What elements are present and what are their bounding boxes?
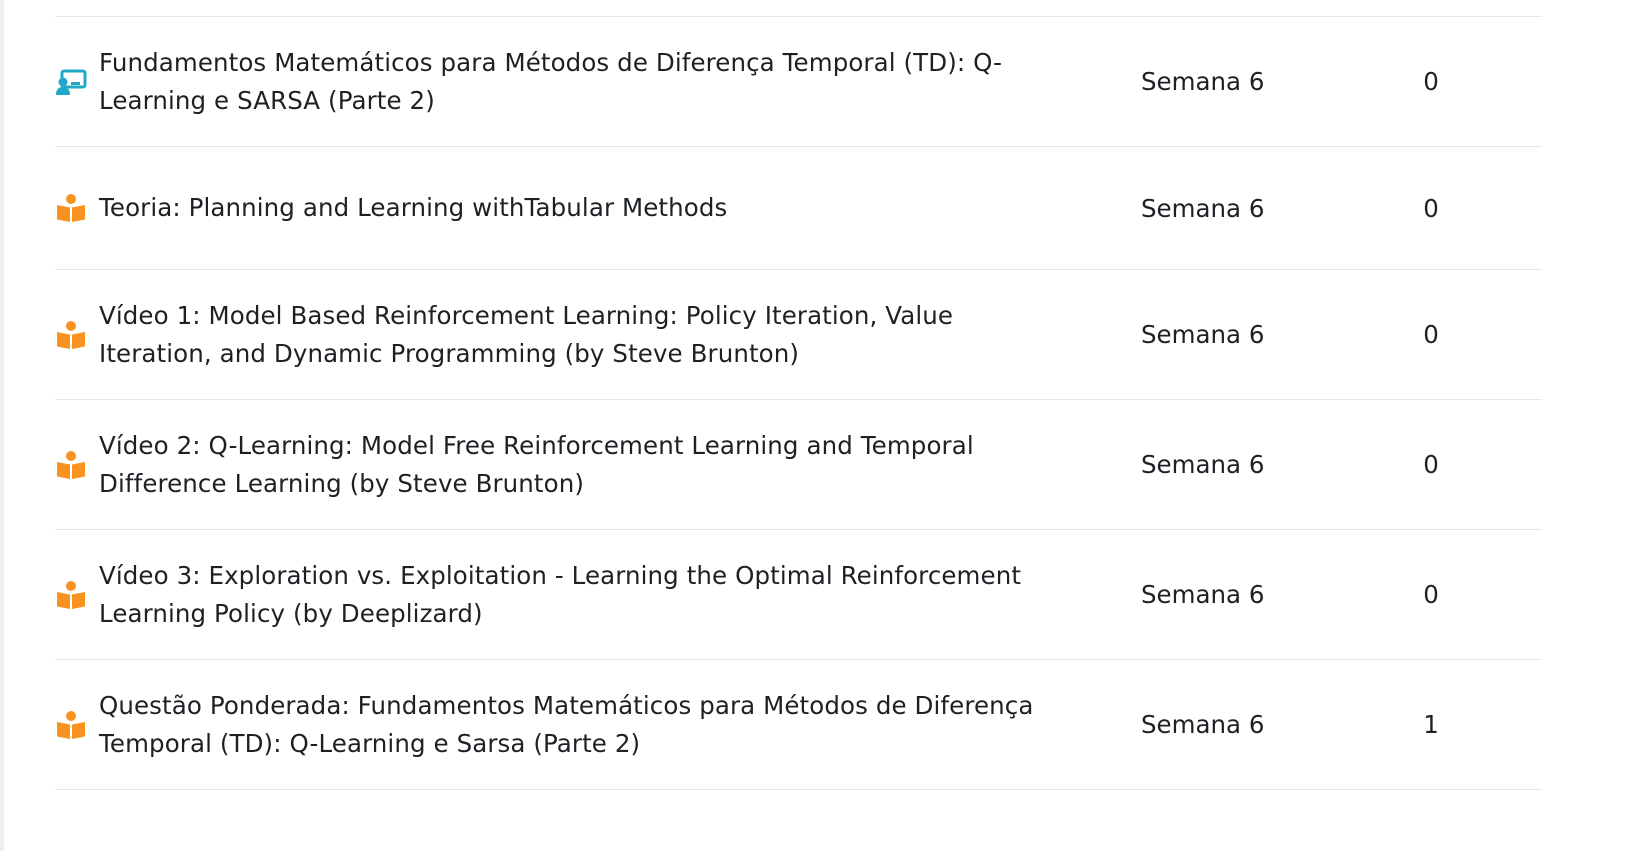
count-cell: 0: [1423, 320, 1439, 349]
count-cell: 0: [1423, 580, 1439, 609]
table-row: Questão Ponderada: Fundamentos Matemátic…: [55, 660, 1542, 790]
presentation-icon: [55, 65, 99, 99]
activity-list-page: Fundamentos Matemáticos para Métodos de …: [0, 0, 1652, 851]
week-cell: Semana 6: [1141, 580, 1265, 609]
table-row: Vídeo 1: Model Based Reinforcement Learn…: [55, 270, 1542, 400]
activity-link[interactable]: Fundamentos Matemáticos para Métodos de …: [99, 44, 1059, 120]
week-cell: Semana 6: [1141, 320, 1265, 349]
week-cell: Semana 6: [1141, 450, 1265, 479]
table-row: Teoria: Planning and Learning withTabula…: [55, 147, 1542, 270]
activity-link[interactable]: Vídeo 1: Model Based Reinforcement Learn…: [99, 297, 1059, 373]
week-cell: Semana 6: [1141, 193, 1265, 223]
left-border: [0, 0, 4, 851]
activity-name-cell: Vídeo 3: Exploration vs. Exploitation - …: [55, 557, 1093, 633]
table-row: Fundamentos Matemáticos para Métodos de …: [55, 17, 1542, 147]
activity-link[interactable]: Vídeo 3: Exploration vs. Exploitation - …: [99, 557, 1059, 633]
count-cell: 0: [1423, 67, 1439, 96]
activity-name-cell: Fundamentos Matemáticos para Métodos de …: [55, 44, 1093, 120]
activity-name-cell: Questão Ponderada: Fundamentos Matemátic…: [55, 687, 1093, 763]
book-reader-icon: [55, 708, 99, 742]
week-cell: Semana 6: [1141, 710, 1265, 739]
activity-link[interactable]: Vídeo 2: Q-Learning: Model Free Reinforc…: [99, 427, 1059, 503]
count-cell: 1: [1423, 710, 1439, 739]
activity-table: Fundamentos Matemáticos para Métodos de …: [55, 16, 1542, 790]
book-reader-icon: [55, 448, 99, 482]
book-reader-icon: [55, 578, 99, 612]
activity-name-cell: Vídeo 2: Q-Learning: Model Free Reinforc…: [55, 427, 1093, 503]
activity-link[interactable]: Teoria: Planning and Learning withTabula…: [99, 189, 727, 227]
count-cell: 0: [1423, 450, 1439, 479]
table-row: Vídeo 2: Q-Learning: Model Free Reinforc…: [55, 400, 1542, 530]
activity-name-cell: Vídeo 1: Model Based Reinforcement Learn…: [55, 297, 1093, 373]
book-reader-icon: [55, 191, 99, 225]
count-cell: 0: [1423, 193, 1439, 223]
week-cell: Semana 6: [1141, 67, 1265, 96]
activity-link[interactable]: Questão Ponderada: Fundamentos Matemátic…: [99, 687, 1059, 763]
book-reader-icon: [55, 318, 99, 352]
table-row: Vídeo 3: Exploration vs. Exploitation - …: [55, 530, 1542, 660]
activity-name-cell: Teoria: Planning and Learning withTabula…: [55, 189, 1093, 227]
